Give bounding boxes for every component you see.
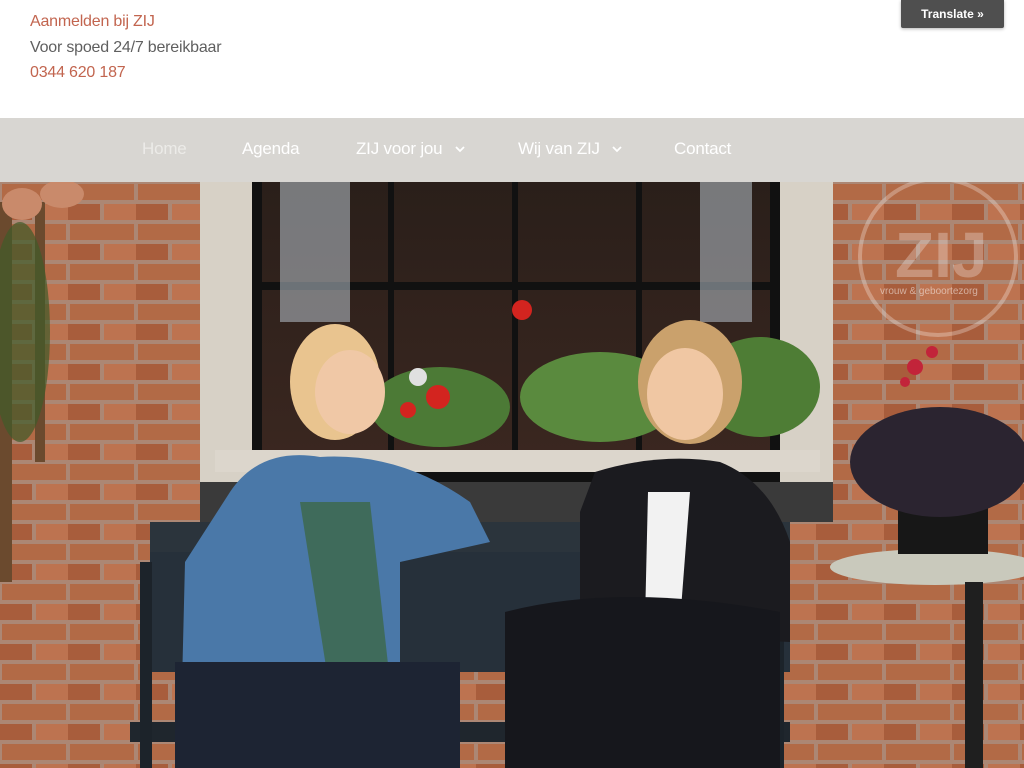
hero-watermark-logo: ZIJ [895,219,987,291]
chevron-down-icon [612,146,623,153]
nav-item-label: Agenda [242,139,300,158]
tagline: Voor spoed 24/7 bereikbaar [30,39,222,56]
hero-image: ZIJ vrouw & geboortezorg [0,182,1024,768]
nav-item-wij-van-zij[interactable]: Wij van ZIJ [518,118,623,182]
main-nav: Home Agenda ZIJ voor jou Wij van ZIJ Con… [0,118,1024,182]
chevron-down-icon [455,146,465,153]
nav-item-label: Contact [674,139,732,158]
nav-item-label: Home [142,139,187,158]
nav-item-zij-voor-jou[interactable]: ZIJ voor jou [356,118,465,182]
nav-item-contact[interactable]: Contact [674,118,731,182]
hero-photo: ZIJ vrouw & geboortezorg [0,182,1024,768]
nav-item-label: ZIJ voor jou [356,139,443,158]
nav-item-home[interactable]: Home [142,118,187,182]
nav-item-label: Wij van ZIJ [518,139,600,158]
login-link[interactable]: Aanmelden bij ZIJ [30,12,155,32]
translate-button[interactable]: Translate » [901,0,1004,28]
phone-link[interactable]: 0344 620 187 [30,63,126,83]
top-header: Aanmelden bij ZIJ Voor spoed 24/7 bereik… [0,0,1024,118]
nav-item-agenda[interactable]: Agenda [242,118,300,182]
hero-watermark-subtitle: vrouw & geboortezorg [880,286,978,297]
